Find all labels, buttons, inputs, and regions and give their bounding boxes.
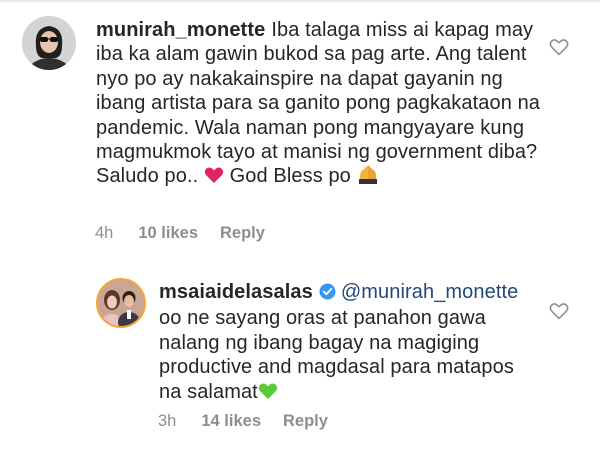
reply-username[interactable]: msaiaidelasalas: [159, 281, 313, 303]
avatar[interactable]: [96, 278, 146, 328]
comment-meta: 4h 10 likes Reply: [95, 224, 287, 243]
comment-username[interactable]: munirah_monette: [96, 19, 265, 41]
reply-text: msaiaidelasalas @munirah_monette oo ne sa…: [159, 280, 534, 406]
green-heart-icon: [258, 382, 278, 406]
likes-count[interactable]: 10 likes: [138, 224, 198, 242]
verified-badge-icon: [319, 282, 336, 306]
comment-item: munirah_monette Iba talaga miss ai kapag …: [0, 6, 600, 252]
reply-body: oo ne sayang oras at panahon gawa nalang…: [159, 307, 514, 403]
heart-outline-icon[interactable]: [549, 302, 569, 320]
reply-item: msaiaidelasalas @munirah_monette oo ne sa…: [0, 270, 600, 440]
comment-body-end: God Bless po: [223, 165, 351, 188]
likes-count[interactable]: 14 likes: [201, 412, 261, 430]
comment-body: may iba ka alam gawin bukod sa pag arte.…: [96, 19, 541, 188]
heart-outline-icon[interactable]: [549, 38, 569, 56]
red-heart-icon: [204, 166, 224, 190]
reply-meta: 3h 14 likes Reply: [158, 412, 350, 431]
reply-timestamp: 3h: [158, 412, 177, 430]
top-divider: [0, 0, 600, 2]
reply-button[interactable]: Reply: [283, 412, 328, 430]
avatar[interactable]: [22, 16, 76, 70]
folded-hands-icon: [357, 164, 379, 190]
reply-button[interactable]: Reply: [220, 224, 265, 242]
mention-link[interactable]: @munirah_monette: [341, 281, 519, 303]
comment-timestamp: 4h: [95, 224, 114, 242]
comment-body-start: Iba talaga miss ai kapag: [271, 19, 490, 41]
comment-text: munirah_monette Iba talaga miss ai kapag …: [96, 18, 546, 191]
